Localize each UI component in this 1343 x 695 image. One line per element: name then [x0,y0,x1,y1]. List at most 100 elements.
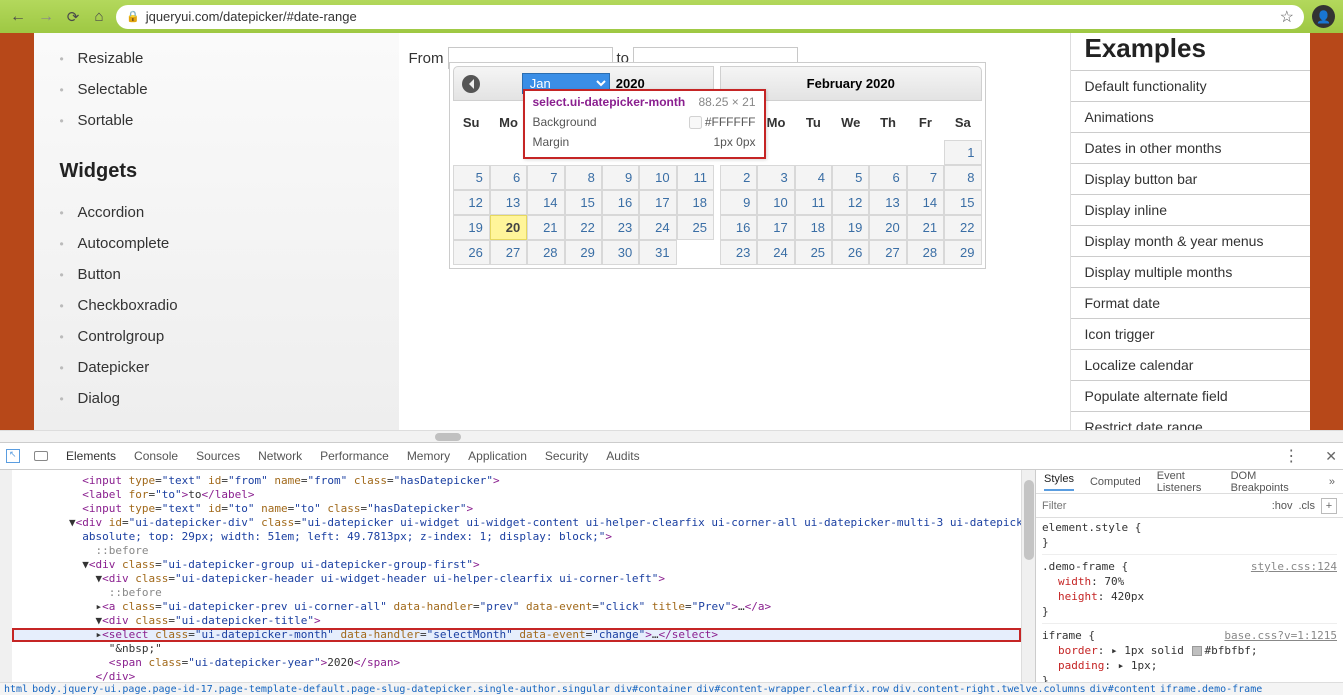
calendar-day[interactable]: 22 [565,215,602,240]
calendar-day[interactable]: 1 [944,140,981,165]
calendar-day[interactable]: 24 [757,240,794,265]
sidebar-item[interactable]: Sortable [54,105,399,136]
calendar-day[interactable]: 15 [565,190,602,215]
example-item[interactable]: Animations [1071,102,1310,133]
elements-scrollbar[interactable] [1021,470,1035,682]
prev-month-icon[interactable] [462,75,480,93]
sidebar-item[interactable]: Checkboxradio [54,290,399,321]
calendar-day[interactable]: 26 [453,240,490,265]
calendar-day[interactable]: 31 [639,240,676,265]
calendar-day[interactable]: 28 [907,240,944,265]
sidebar-item[interactable]: Dialog [54,383,399,414]
calendar-day[interactable]: 24 [639,215,676,240]
calendar-day[interactable]: 20 [869,215,906,240]
home-icon[interactable]: ⌂ [90,8,108,25]
calendar-day[interactable]: 6 [490,165,527,190]
example-item[interactable]: Icon trigger [1071,319,1310,350]
calendar-day[interactable]: 9 [602,165,639,190]
styles-tab[interactable]: Computed [1090,476,1141,488]
calendar-day[interactable]: 27 [869,240,906,265]
example-item[interactable]: Populate alternate field [1071,381,1310,412]
calendar-day[interactable]: 19 [453,215,490,240]
avatar[interactable]: 👤 [1312,5,1335,28]
calendar-day[interactable]: 12 [832,190,869,215]
calendar-day[interactable]: 14 [907,190,944,215]
sidebar-item[interactable]: Datepicker [54,352,399,383]
calendar-day[interactable]: 13 [869,190,906,215]
calendar-day[interactable]: 5 [832,165,869,190]
example-item[interactable]: Display inline [1071,195,1310,226]
devtools-tab[interactable]: Audits [606,449,639,463]
devtools-tab[interactable]: Elements [66,449,116,463]
calendar-day[interactable]: 11 [795,190,832,215]
calendar-day[interactable]: 25 [795,240,832,265]
calendar-day[interactable]: 8 [944,165,981,190]
reload-icon[interactable]: ⟳ [64,8,82,26]
back-icon[interactable]: ← [8,8,28,26]
devtools-tab[interactable]: Sources [196,449,240,463]
example-item[interactable]: Restrict date range [1071,412,1310,430]
devtools-tab[interactable]: Memory [407,449,450,463]
example-item[interactable]: Display button bar [1071,164,1310,195]
calendar-day[interactable]: 27 [490,240,527,265]
sidebar-item[interactable]: Selectable [54,74,399,105]
calendar-day[interactable]: 26 [832,240,869,265]
calendar-day[interactable]: 25 [677,215,714,240]
calendar-day[interactable]: 10 [757,190,794,215]
calendar-day[interactable]: 18 [677,190,714,215]
calendar-day[interactable]: 23 [602,215,639,240]
calendar-day[interactable]: 18 [795,215,832,240]
star-icon[interactable]: ☆ [1280,7,1294,27]
hov-toggle[interactable]: :hov [1272,500,1293,512]
devtools-close-icon[interactable]: ✕ [1325,448,1337,465]
styles-tab[interactable]: Styles [1044,473,1074,491]
calendar-day[interactable]: 13 [490,190,527,215]
calendar-day[interactable]: 3 [757,165,794,190]
add-rule-icon[interactable]: + [1321,498,1337,514]
devtools-tab[interactable]: Network [258,449,302,463]
calendar-day[interactable]: 7 [527,165,564,190]
elements-breadcrumb[interactable]: html body.jquery-ui.page.page-id-17.page… [0,682,1343,695]
calendar-day[interactable]: 29 [944,240,981,265]
styles-tab[interactable]: DOM Breakpoints [1231,470,1297,494]
calendar-day[interactable]: 16 [720,215,757,240]
inspect-icon[interactable] [6,449,20,463]
devtools-tab[interactable]: Performance [320,449,389,463]
device-toggle-icon[interactable] [34,451,48,461]
calendar-day[interactable]: 12 [453,190,490,215]
url-bar[interactable]: 🔒 jqueryui.com/datepicker/#date-range ☆ [116,5,1304,29]
calendar-day[interactable]: 10 [639,165,676,190]
calendar-day[interactable]: 7 [907,165,944,190]
example-item[interactable]: Display month & year menus [1071,226,1310,257]
calendar-day[interactable]: 20 [490,215,527,240]
horizontal-scrollbar[interactable] [0,430,1343,442]
calendar-day[interactable]: 19 [832,215,869,240]
calendar-day[interactable]: 30 [602,240,639,265]
cls-toggle[interactable]: .cls [1299,500,1316,512]
devtools-tab[interactable]: Security [545,449,588,463]
sidebar-item[interactable]: Autocomplete [54,228,399,259]
devtools-tab[interactable]: Application [468,449,527,463]
sidebar-item[interactable]: Controlgroup [54,321,399,352]
sidebar-item[interactable]: Accordion [54,197,399,228]
example-item[interactable]: Localize calendar [1071,350,1310,381]
example-item[interactable]: Display multiple months [1071,257,1310,288]
calendar-day[interactable]: 22 [944,215,981,240]
calendar-day[interactable]: 16 [602,190,639,215]
devtools-menu-icon[interactable]: ⋮ [1283,446,1299,466]
sidebar-item[interactable]: Resizable [54,43,399,74]
example-item[interactable]: Format date [1071,288,1310,319]
styles-tabs-more-icon[interactable]: » [1329,476,1335,488]
calendar-day[interactable]: 21 [907,215,944,240]
calendar-day[interactable]: 11 [677,165,714,190]
calendar-day[interactable]: 23 [720,240,757,265]
example-item[interactable]: Dates in other months [1071,133,1310,164]
devtools-tab[interactable]: Console [134,449,178,463]
calendar-day[interactable]: 2 [720,165,757,190]
calendar-day[interactable]: 9 [720,190,757,215]
calendar-day[interactable]: 5 [453,165,490,190]
calendar-day[interactable]: 4 [795,165,832,190]
calendar-day[interactable]: 28 [527,240,564,265]
styles-tab[interactable]: Event Listeners [1157,470,1215,494]
styles-filter-input[interactable] [1042,500,1266,512]
